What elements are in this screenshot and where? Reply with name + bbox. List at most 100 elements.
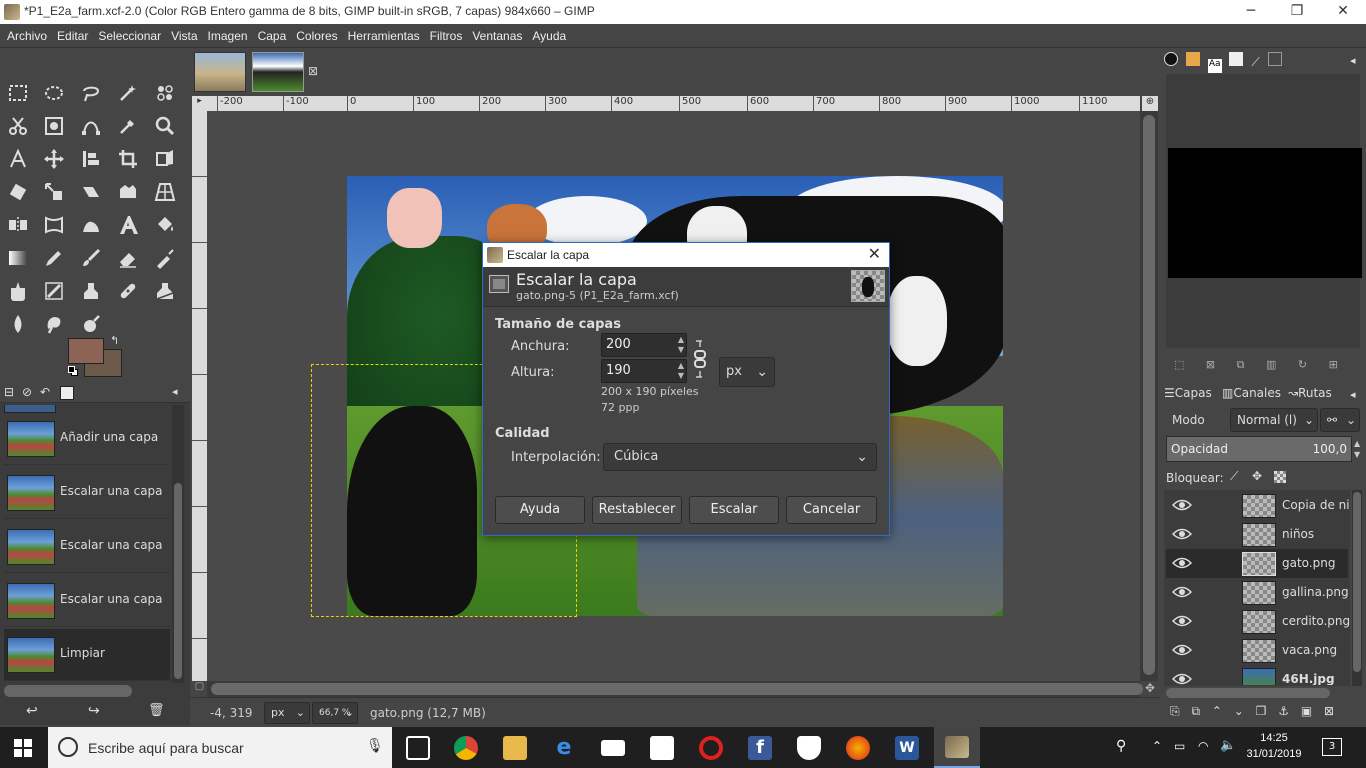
help-button[interactable]: Ayuda — [495, 496, 585, 524]
menu-ventanas[interactable]: Ventanas — [467, 24, 527, 48]
unified-transform-tool-icon[interactable] — [150, 144, 180, 174]
history-item-selected[interactable]: Limpiar — [4, 629, 170, 681]
tab-rutas[interactable]: ↝Rutas — [1288, 386, 1332, 400]
foreground-color-swatch[interactable] — [68, 338, 104, 364]
default-colors-icon[interactable] — [68, 366, 78, 376]
lock-position-icon[interactable]: ✥ — [1252, 469, 1262, 483]
lock-pixels-icon[interactable]: ⟋ — [1230, 469, 1238, 484]
gimp-taskbar-button[interactable] — [934, 727, 980, 768]
measure-tool-icon[interactable] — [3, 144, 33, 174]
quick-mask-toggle-icon[interactable]: ▢ — [192, 681, 207, 697]
align-tool-icon[interactable] — [76, 144, 106, 174]
zoom-selector[interactable]: 66,7 % ⌄ — [312, 702, 358, 724]
edge-icon[interactable]: e — [552, 736, 576, 760]
zoom-image-icon[interactable]: ⊕ — [1142, 96, 1158, 111]
mail-icon[interactable] — [601, 740, 625, 756]
unit-dropdown[interactable]: px ⌄ — [719, 357, 775, 387]
microphone-icon[interactable]: 🎙 — [366, 738, 384, 754]
crop-tool-icon[interactable] — [113, 144, 143, 174]
height-spin-arrows[interactable]: ▲ ▼ — [678, 361, 684, 381]
opacity-slider[interactable]: Opacidad 100,0 — [1166, 436, 1352, 462]
blur-sharpen-tool-icon[interactable] — [3, 309, 33, 339]
lock-alpha-icon[interactable] — [1274, 471, 1286, 483]
close-tab-icon[interactable]: ⊠ — [308, 64, 318, 78]
gradients-tab-icon[interactable] — [1267, 52, 1282, 66]
history-item[interactable]: Escalar una capa — [4, 521, 170, 573]
paintbrush-tool-icon[interactable] — [76, 243, 106, 273]
width-spin-arrows[interactable]: ▲ ▼ — [678, 335, 684, 355]
raise-layer-icon[interactable]: ⌃ — [1212, 704, 1222, 718]
menu-ayuda[interactable]: Ayuda — [527, 24, 571, 48]
ink-tool-icon[interactable] — [3, 276, 33, 306]
scissors-select-tool-icon[interactable] — [3, 111, 33, 141]
file-explorer-icon[interactable] — [503, 736, 527, 760]
brush-edit-icon[interactable]: ⬚ — [1174, 358, 1184, 371]
paint-app-icon[interactable] — [846, 736, 870, 760]
dock-menu-icon[interactable]: ◂ — [172, 385, 178, 398]
layer-row[interactable]: niños — [1166, 520, 1348, 549]
brush-delete-icon[interactable]: ▥ — [1266, 358, 1276, 371]
ellipse-select-tool-icon[interactable] — [39, 78, 69, 108]
layer-row[interactable]: cerdito.png — [1166, 607, 1350, 636]
patterns-tab-icon[interactable] — [1185, 52, 1200, 66]
image-tab-pyramids[interactable] — [194, 52, 246, 92]
history-item[interactable]: Añadir una capa — [4, 413, 170, 465]
zoom-tool-icon[interactable] — [150, 111, 180, 141]
brush-new-icon[interactable]: ⊠ — [1206, 358, 1215, 371]
menu-imagen[interactable]: Imagen — [203, 24, 253, 48]
select-by-color-tool-icon[interactable] — [150, 78, 180, 108]
visibility-eye-icon[interactable] — [1172, 554, 1192, 572]
fonts-tab-icon[interactable]: Aa — [1207, 59, 1222, 73]
tab-canales[interactable]: ▥Canales — [1222, 386, 1281, 400]
device-status-tab-icon[interactable]: ⊘ — [22, 385, 32, 399]
heal-tool-icon[interactable] — [113, 276, 143, 306]
layer-row[interactable]: Copia de ni — [1166, 491, 1350, 520]
eraser-tool-icon[interactable] — [113, 243, 143, 273]
new-layer-group-icon[interactable]: ⧉ — [1191, 704, 1200, 718]
warp-transform-tool-icon[interactable] — [39, 210, 69, 240]
clear-history-icon[interactable]: 🗑 — [148, 703, 165, 718]
paths-tool-icon[interactable] — [76, 111, 106, 141]
smudge-tool-icon[interactable] — [39, 309, 69, 339]
history-hscrollbar[interactable] — [4, 685, 132, 697]
move-tool-icon[interactable] — [39, 144, 69, 174]
mypaint-brush-tool-icon[interactable] — [39, 276, 69, 306]
perspective-clone-tool-icon[interactable] — [150, 276, 180, 306]
layer-row[interactable]: vaca.png — [1166, 636, 1348, 665]
layers-hscrollbar[interactable] — [1166, 688, 1330, 698]
pencil-tool-icon[interactable] — [39, 243, 69, 273]
dialog-close-button[interactable]: ✕ — [868, 244, 881, 263]
layer-mask-icon[interactable]: ▣ — [1301, 704, 1312, 718]
swap-colors-icon[interactable]: ↰ — [110, 334, 119, 347]
canvas-vertical-scrollbar[interactable] — [1140, 111, 1158, 681]
lasso-tool-icon[interactable] — [76, 78, 106, 108]
perspective-tool-icon[interactable] — [150, 177, 180, 207]
store-icon[interactable] — [650, 736, 674, 760]
redo-icon[interactable]: ↪ — [88, 703, 100, 719]
visibility-eye-icon[interactable] — [1172, 641, 1192, 659]
smudge-shape-tool-icon[interactable] — [76, 210, 106, 240]
lower-layer-icon[interactable]: ⌄ — [1234, 704, 1244, 718]
navigate-icon[interactable]: ✥ — [1142, 681, 1158, 697]
visibility-eye-icon[interactable] — [1172, 496, 1192, 514]
undo-history-tab-icon[interactable]: ↶ — [40, 385, 50, 399]
layers-scrollbar[interactable] — [1352, 490, 1362, 686]
history-item[interactable]: Escalar una capa — [4, 575, 170, 627]
flip-tool-icon[interactable] — [3, 210, 33, 240]
menu-filtros[interactable]: Filtros — [425, 24, 468, 48]
scale-tool-icon[interactable] — [39, 177, 69, 207]
layer-row-selected[interactable]: gato.png — [1166, 549, 1348, 578]
tray-chevron-up-icon[interactable]: ⌃ — [1152, 739, 1162, 753]
layer-row[interactable]: gallina.png — [1166, 578, 1349, 607]
wifi-icon[interactable]: ◠ — [1198, 739, 1208, 753]
brush-refresh-icon[interactable]: ↻ — [1298, 358, 1307, 371]
foreground-select-tool-icon[interactable] — [39, 111, 69, 141]
opacity-spin-arrows[interactable]: ▲ ▼ — [1354, 438, 1360, 460]
menu-capa[interactable]: Capa — [253, 24, 292, 48]
close-window-button[interactable]: ✕ — [1320, 0, 1366, 24]
menu-herramientas[interactable]: Herramientas — [343, 24, 425, 48]
new-layer-icon[interactable]: ⎘ — [1170, 704, 1180, 718]
rect-select-tool-icon[interactable] — [3, 78, 33, 108]
fuzzy-select-tool-icon[interactable] — [113, 78, 143, 108]
rotate-tool-icon[interactable] — [3, 177, 33, 207]
